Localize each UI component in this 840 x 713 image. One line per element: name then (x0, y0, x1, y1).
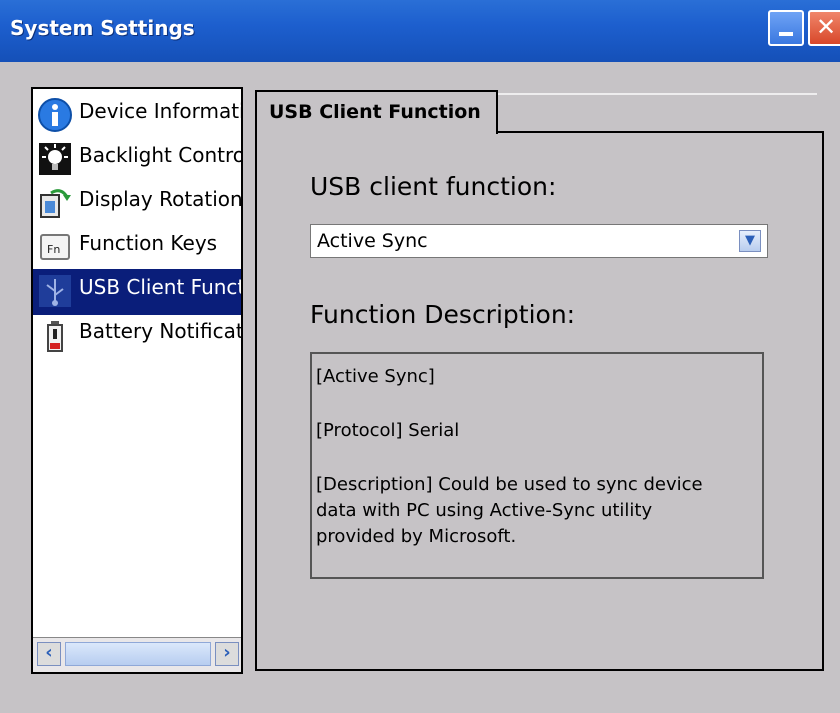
sidebar-item-device-information[interactable]: Device Informati (33, 93, 243, 139)
sidebar-item-backlight-control[interactable]: Backlight Contro (33, 137, 243, 183)
svg-text:Fn: Fn (47, 243, 60, 256)
usb-icon (39, 275, 71, 307)
window-title: System Settings (10, 16, 195, 40)
description-line: [Description] Could be used to sync devi… (316, 474, 703, 495)
sidebar-item-label: Battery Notificati (79, 319, 243, 343)
scrollbar-thumb[interactable] (65, 642, 211, 666)
description-line: provided by Microsoft. (316, 526, 517, 547)
close-button[interactable]: ✕ (808, 10, 840, 46)
chevron-left-icon: ‹ (45, 642, 53, 663)
function-keys-icon: Fn (40, 234, 70, 260)
title-bar: System Settings ✕ (0, 0, 840, 62)
tab-label: USB Client Function (269, 101, 481, 123)
sidebar-item-function-keys[interactable]: Fn Function Keys (33, 225, 241, 271)
description-line: [Active Sync] (316, 366, 435, 387)
close-icon: ✕ (816, 13, 837, 41)
description-line: [Protocol] Serial (316, 420, 460, 441)
usb-function-dropdown[interactable]: Active Sync ▼ (310, 224, 768, 258)
scroll-right-button[interactable]: › (215, 642, 239, 666)
minimize-icon (779, 32, 793, 36)
minimize-button[interactable] (768, 10, 804, 46)
scroll-left-button[interactable]: ‹ (37, 642, 61, 666)
display-rotation-icon (40, 189, 71, 218)
tab-usb-client-function[interactable]: USB Client Function (255, 90, 498, 134)
battery-icon (47, 321, 63, 352)
tab-strip-highlight (497, 93, 817, 95)
sidebar-item-label: Function Keys (79, 231, 218, 255)
sidebar-item-usb-client-function[interactable]: USB Client Funct (33, 269, 243, 315)
dropdown-button[interactable]: ▼ (739, 230, 761, 252)
backlight-icon (39, 143, 71, 175)
sidebar-item-label: USB Client Funct (79, 275, 243, 299)
chevron-right-icon: › (223, 642, 231, 663)
sidebar-item-label: Device Informati (79, 99, 243, 123)
usb-client-function-label: USB client function: (310, 172, 557, 201)
function-description-label: Function Description: (310, 300, 576, 329)
dropdown-selected-value: Active Sync (317, 230, 428, 252)
horizontal-scrollbar[interactable]: ‹ › (33, 637, 241, 672)
info-icon (38, 98, 72, 132)
function-description-box: [Active Sync] [Protocol] Serial [Descrip… (310, 352, 764, 579)
chevron-down-icon: ▼ (745, 233, 755, 248)
description-line: data with PC using Active-Sync utility (316, 500, 653, 521)
sidebar-item-display-rotation[interactable]: Display Rotation (33, 181, 243, 227)
sidebar-item-label: Display Rotation (79, 187, 243, 211)
settings-list[interactable]: Device Informati Backlight Contro Displa… (31, 87, 243, 674)
sidebar-item-label: Backlight Contro (79, 143, 243, 167)
sidebar-item-battery-notification[interactable]: Battery Notificati (33, 313, 243, 359)
